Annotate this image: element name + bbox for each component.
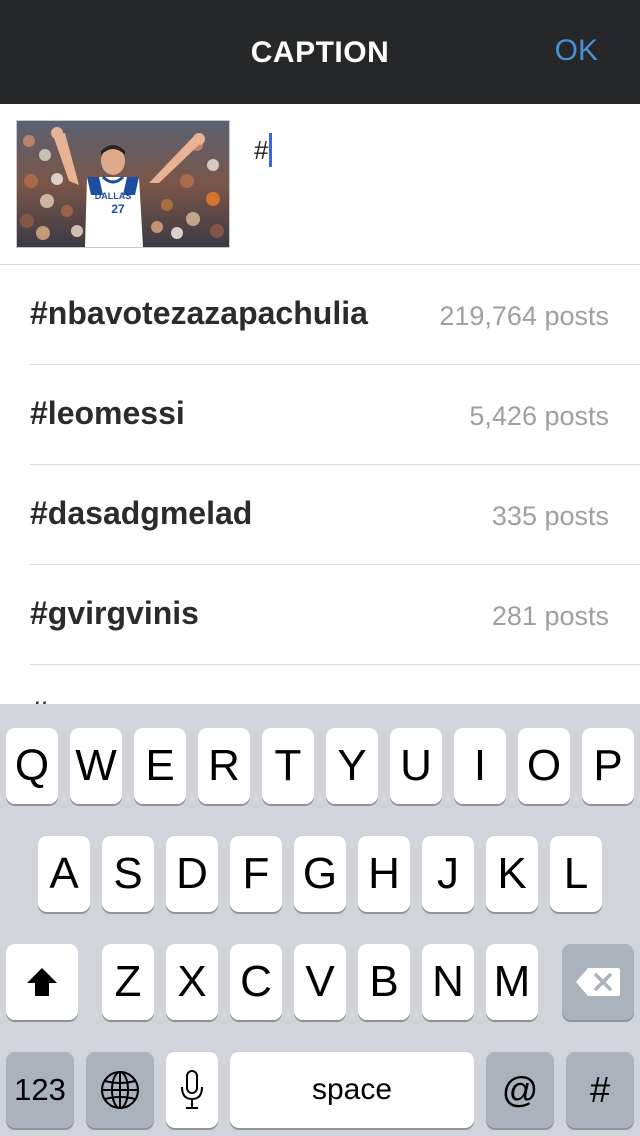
suggestion-tag: #nbavotezazapachulia bbox=[30, 295, 368, 331]
delete-icon bbox=[576, 968, 620, 996]
suggestion-tag: #dasadgmelad bbox=[30, 495, 253, 531]
key-y[interactable]: Y bbox=[326, 728, 378, 804]
onscreen-keyboard: Q W E R T Y U I O P A S D F G H J K L Z … bbox=[0, 704, 640, 1136]
suggestion-count: 5,426 posts bbox=[469, 401, 609, 431]
key-c[interactable]: C bbox=[230, 944, 282, 1020]
caption-text: # bbox=[254, 134, 269, 165]
shift-icon bbox=[27, 968, 57, 996]
suggestion-count: 219,764 posts bbox=[439, 301, 609, 331]
text-cursor bbox=[269, 133, 273, 167]
top-nav-bar: CAPTION OK bbox=[0, 0, 640, 104]
key-t[interactable]: T bbox=[262, 728, 314, 804]
key-m[interactable]: M bbox=[486, 944, 538, 1020]
key-l[interactable]: L bbox=[550, 836, 602, 912]
key-b[interactable]: B bbox=[358, 944, 410, 1020]
caption-input[interactable]: # bbox=[254, 130, 614, 170]
hashtag-suggestions-list: #nbavotezazapachulia 219,764 posts #leom… bbox=[0, 265, 640, 705]
suggestion-row[interactable]: # bbox=[30, 665, 640, 705]
ok-button[interactable]: OK bbox=[555, 34, 598, 68]
key-o[interactable]: O bbox=[518, 728, 570, 804]
suggestion-row[interactable]: #nbavotezazapachulia 219,764 posts bbox=[30, 265, 640, 365]
key-h[interactable]: H bbox=[358, 836, 410, 912]
suggestion-count: 281 posts bbox=[491, 601, 609, 631]
key-a[interactable]: A bbox=[38, 836, 90, 912]
page-title: CAPTION bbox=[250, 36, 390, 69]
key-u[interactable]: U bbox=[390, 728, 442, 804]
key-w[interactable]: W bbox=[70, 728, 122, 804]
microphone-icon bbox=[181, 1070, 203, 1109]
key-k[interactable]: K bbox=[486, 836, 538, 912]
globe-key[interactable] bbox=[86, 1052, 154, 1128]
key-f[interactable]: F bbox=[230, 836, 282, 912]
key-q[interactable]: Q bbox=[6, 728, 58, 804]
key-d[interactable]: D bbox=[166, 836, 218, 912]
delete-key[interactable] bbox=[562, 944, 634, 1020]
key-j[interactable]: J bbox=[422, 836, 474, 912]
key-e[interactable]: E bbox=[134, 728, 186, 804]
suggestion-tag: #gvirgvinis bbox=[30, 595, 199, 631]
suggestion-row[interactable]: #leomessi 5,426 posts bbox=[30, 365, 640, 465]
hash-key[interactable]: # bbox=[566, 1052, 634, 1128]
microphone-key[interactable] bbox=[166, 1052, 218, 1128]
suggestion-row[interactable]: #dasadgmelad 335 posts bbox=[30, 465, 640, 565]
key-v[interactable]: V bbox=[294, 944, 346, 1020]
key-n[interactable]: N bbox=[422, 944, 474, 1020]
at-key[interactable]: @ bbox=[486, 1052, 554, 1128]
globe-icon bbox=[101, 1071, 139, 1109]
caption-composer: DALLAS 27 # bbox=[0, 104, 640, 265]
key-s[interactable]: S bbox=[102, 836, 154, 912]
photo-thumbnail: DALLAS 27 bbox=[16, 120, 230, 248]
space-key[interactable]: space bbox=[230, 1052, 474, 1128]
key-g[interactable]: G bbox=[294, 836, 346, 912]
key-x[interactable]: X bbox=[166, 944, 218, 1020]
numbers-key[interactable]: 123 bbox=[6, 1052, 74, 1128]
suggestion-tag: #leomessi bbox=[30, 395, 185, 431]
key-i[interactable]: I bbox=[454, 728, 506, 804]
key-r[interactable]: R bbox=[198, 728, 250, 804]
suggestion-row[interactable]: #gvirgvinis 281 posts bbox=[30, 565, 640, 665]
key-z[interactable]: Z bbox=[102, 944, 154, 1020]
jersey-text: DALLAS bbox=[95, 191, 132, 201]
caption-screen: CAPTION OK DALLAS 27 # #nbavotezazapachu… bbox=[0, 0, 640, 1136]
shift-key[interactable] bbox=[6, 944, 78, 1020]
suggestion-count: 335 posts bbox=[491, 501, 609, 531]
jersey-number: 27 bbox=[111, 202, 125, 216]
key-p[interactable]: P bbox=[582, 728, 634, 804]
